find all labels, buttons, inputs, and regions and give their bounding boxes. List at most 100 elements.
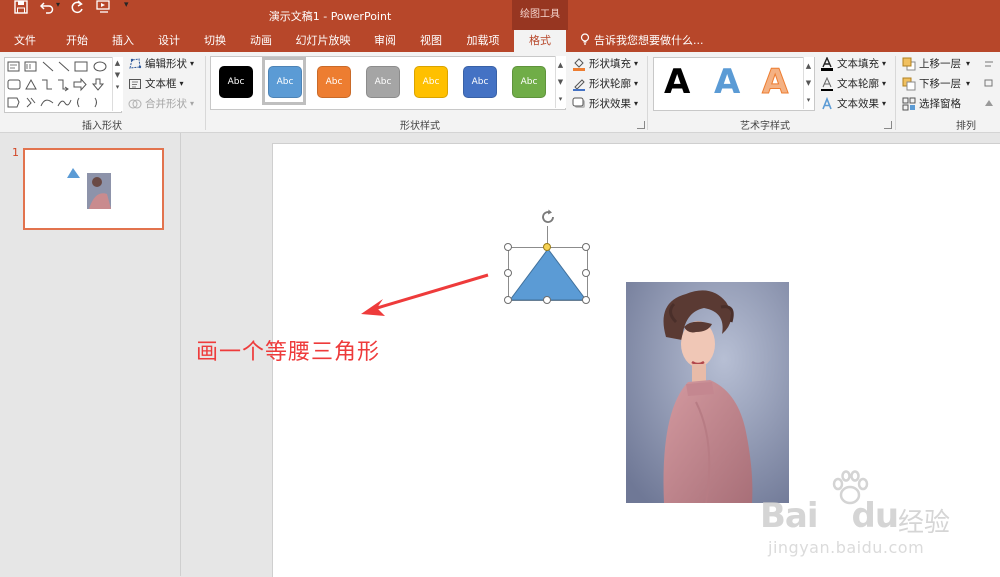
adjust-handle-apex[interactable] <box>543 243 551 251</box>
save-icon[interactable] <box>14 0 28 17</box>
tab-animations[interactable]: 动画 <box>242 30 280 52</box>
shape-style-preset-5[interactable]: Abc <box>414 66 448 98</box>
text-fill-button[interactable]: 文本填充 ▾ <box>820 55 886 73</box>
tab-view[interactable]: 视图 <box>412 30 450 52</box>
resize-handle-bottom[interactable] <box>543 296 551 304</box>
shape-style-preset-4[interactable]: Abc <box>366 66 400 98</box>
dialog-launcher-icon[interactable] <box>637 121 645 129</box>
tab-slideshow[interactable]: 幻灯片放映 <box>290 30 356 52</box>
gallery-down-icon[interactable]: ▼ <box>556 73 565 90</box>
resize-handle-top-left[interactable] <box>504 243 512 251</box>
gallery-more-icon[interactable]: ▾ <box>556 90 565 107</box>
shape-style-preset-3[interactable]: Abc <box>317 66 351 98</box>
pencil-icon <box>572 77 586 91</box>
tab-design[interactable]: 设计 <box>150 30 188 52</box>
gallery-more-icon[interactable]: ▾ <box>113 81 122 93</box>
tell-me-box[interactable]: 告诉我您想要做什么... <box>580 30 704 52</box>
start-from-beginning-icon[interactable] <box>96 0 112 17</box>
selection-pane-button[interactable]: 选择窗格 <box>902 95 961 113</box>
shape-effects-label: 形状效果 <box>589 98 631 110</box>
gallery-down-icon[interactable]: ▼ <box>804 74 813 91</box>
chevron-down-icon: ▾ <box>966 79 971 88</box>
gallery-up-icon[interactable]: ▲ <box>556 56 565 73</box>
shape-effects-button[interactable]: 形状效果 ▾ <box>572 95 638 113</box>
text-box-label: 文本框 <box>145 78 177 90</box>
send-backward-label: 下移一层 <box>919 78 961 90</box>
shape-styles-scrollbar[interactable]: ▲ ▼ ▾ <box>555 56 566 108</box>
chevron-down-icon: ▾ <box>190 99 195 108</box>
bring-forward-icon <box>902 57 916 71</box>
chevron-down-icon: ▾ <box>966 59 971 68</box>
text-box-icon <box>128 77 142 91</box>
text-effects-button[interactable]: 文本效果 ▾ <box>820 95 886 113</box>
bring-forward-button[interactable]: 上移一层 ▾ <box>902 55 970 73</box>
gallery-up-icon[interactable]: ▲ <box>804 57 813 74</box>
text-outline-button[interactable]: 文本轮廓 ▾ <box>820 75 886 93</box>
group-label-shape-styles: 形状样式 <box>400 121 440 132</box>
shapes-gallery-scrollbar[interactable]: ▲ ▼ ▾ <box>112 57 123 111</box>
resize-handle-bottom-left[interactable] <box>504 296 512 304</box>
redo-icon[interactable] <box>70 0 84 17</box>
tab-file[interactable]: 文件 <box>6 30 44 52</box>
watermark-url: jingyan.baidu.com <box>768 538 925 557</box>
tab-review[interactable]: 审阅 <box>366 30 404 52</box>
slide-thumbnail-1[interactable] <box>23 148 164 230</box>
resize-handle-right[interactable] <box>582 269 590 277</box>
undo-icon[interactable] <box>39 0 54 17</box>
paint-bucket-icon <box>572 57 586 71</box>
wordart-style-3[interactable]: A <box>761 62 788 103</box>
customize-icon[interactable]: ▾ <box>124 0 129 10</box>
chevron-down-icon: ▾ <box>634 79 639 88</box>
chevron-down-icon: ▾ <box>634 59 639 68</box>
text-effects-label: 文本效果 <box>837 98 879 110</box>
shapes-gallery-grid <box>7 61 107 108</box>
shape-style-preset-7[interactable]: Abc <box>512 66 546 98</box>
text-fill-label: 文本填充 <box>837 58 879 70</box>
resize-handle-bottom-right[interactable] <box>582 296 590 304</box>
shapes-gallery[interactable] <box>4 57 122 113</box>
context-tab-drawing-tools: 绘图工具 <box>512 0 568 30</box>
send-backward-button[interactable]: 下移一层 ▾ <box>902 75 970 93</box>
tab-addins[interactable]: 加载项 <box>460 30 506 52</box>
tab-insert[interactable]: 插入 <box>104 30 142 52</box>
gallery-down-icon[interactable]: ▼ <box>113 69 122 81</box>
group-divider <box>647 56 648 130</box>
dialog-launcher-icon[interactable] <box>884 121 892 129</box>
wordart-style-1[interactable]: A <box>664 62 690 102</box>
gallery-more-icon[interactable]: ▾ <box>804 91 813 108</box>
text-outline-label: 文本轮廓 <box>837 78 879 90</box>
tab-format[interactable]: 格式 <box>514 30 566 52</box>
text-box-button[interactable]: 文本框 ▾ <box>128 75 184 93</box>
wordart-style-2[interactable]: A <box>714 62 740 102</box>
shape-outline-label: 形状轮廓 <box>589 78 631 90</box>
resize-handle-left[interactable] <box>504 269 512 277</box>
shape-style-preset-2[interactable]: Abc <box>268 66 302 98</box>
edit-shape-button[interactable]: 编辑形状 ▾ <box>128 55 194 73</box>
gallery-up-icon[interactable]: ▲ <box>113 57 122 69</box>
isosceles-triangle-shape[interactable] <box>508 247 588 301</box>
rotate-handle-icon[interactable] <box>538 207 558 227</box>
merge-shapes-button[interactable]: 合并形状 ▾ <box>128 95 194 113</box>
wordart-scrollbar[interactable]: ▲ ▼ ▾ <box>803 57 814 109</box>
tab-home[interactable]: 开始 <box>58 30 96 52</box>
slide-thumbnail-preview <box>67 168 111 209</box>
shape-fill-button[interactable]: 形状填充 ▾ <box>572 55 638 73</box>
shape-outline-button[interactable]: 形状轮廓 ▾ <box>572 75 638 93</box>
undo-dropdown-icon[interactable]: ▾ <box>56 0 66 9</box>
slide-number: 1 <box>12 146 19 159</box>
shape-style-preset-1[interactable]: Abc <box>219 66 253 98</box>
selection-pane-icon <box>902 97 916 111</box>
text-effects-icon <box>820 96 834 111</box>
chevron-down-icon: ▾ <box>179 79 184 88</box>
arrange-overflow-icons[interactable] <box>983 58 995 112</box>
text-outline-icon <box>820 76 834 91</box>
merge-shapes-icon <box>128 97 142 111</box>
shape-style-sample-text: Abc <box>520 77 538 87</box>
tab-transitions[interactable]: 切换 <box>196 30 234 52</box>
shape-style-preset-6[interactable]: Abc <box>463 66 497 98</box>
resize-handle-top-right[interactable] <box>582 243 590 251</box>
wordart-sample-text: A <box>714 62 741 102</box>
shape-style-sample-text: Abc <box>422 77 440 87</box>
chevron-down-icon: ▾ <box>882 99 887 108</box>
shape-style-sample-text: Abc <box>227 77 245 87</box>
